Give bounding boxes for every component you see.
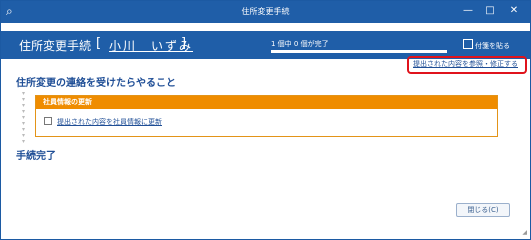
maximize-button[interactable]: □ [483,4,497,18]
bracket-close: ] [181,36,187,51]
resize-grip-icon[interactable]: ◢ [522,229,527,236]
task-item-link[interactable]: 提出された内容を社員情報に更新 [57,118,162,126]
bracket-open: [ [96,36,102,51]
note-button[interactable]: 付箋を貼る [463,39,510,51]
close-window-button[interactable]: ✕ [507,4,521,18]
procedure-name: 住所変更手続 [19,39,92,53]
app-window: ⌕ 住所変更手続 — □ ✕ 住所変更手続 [ 小川 いずみ ] 1 個中 0 … [0,0,531,240]
task-heading: 社員情報の更新 [36,96,497,109]
minimize-button[interactable]: — [461,4,475,18]
timeline-dots: ▾ ▾ ▾ ▾ ▾ ▾ ▾ ▾ ▾ [22,90,26,145]
completion-title: 手続完了 [16,151,56,162]
task-item: 提出された内容を社員情報に更新 [44,117,162,127]
task-checkbox[interactable] [44,117,52,125]
window-title: 住所変更手続 [241,7,290,16]
title-bar: ⌕ 住所変更手続 — □ ✕ [1,1,530,23]
note-button-label: 付箋を貼る [475,42,510,50]
task-card: 社員情報の更新 提出された内容を社員情報に更新 [35,95,498,137]
edit-submitted-content-link[interactable]: 提出された内容を参照・修正する [413,59,518,69]
note-icon [463,39,473,49]
section-title: 住所変更の連絡を受けたらやること [16,78,176,89]
procedure-header: 住所変更手続 [ 小川 いずみ ] 1 個中 0 個が完了 付箋を貼る [1,31,530,59]
progress-text: 1 個中 0 個が完了 [271,40,329,48]
progress-bar [271,50,447,53]
close-button[interactable]: 閉じる(C) [456,203,510,217]
